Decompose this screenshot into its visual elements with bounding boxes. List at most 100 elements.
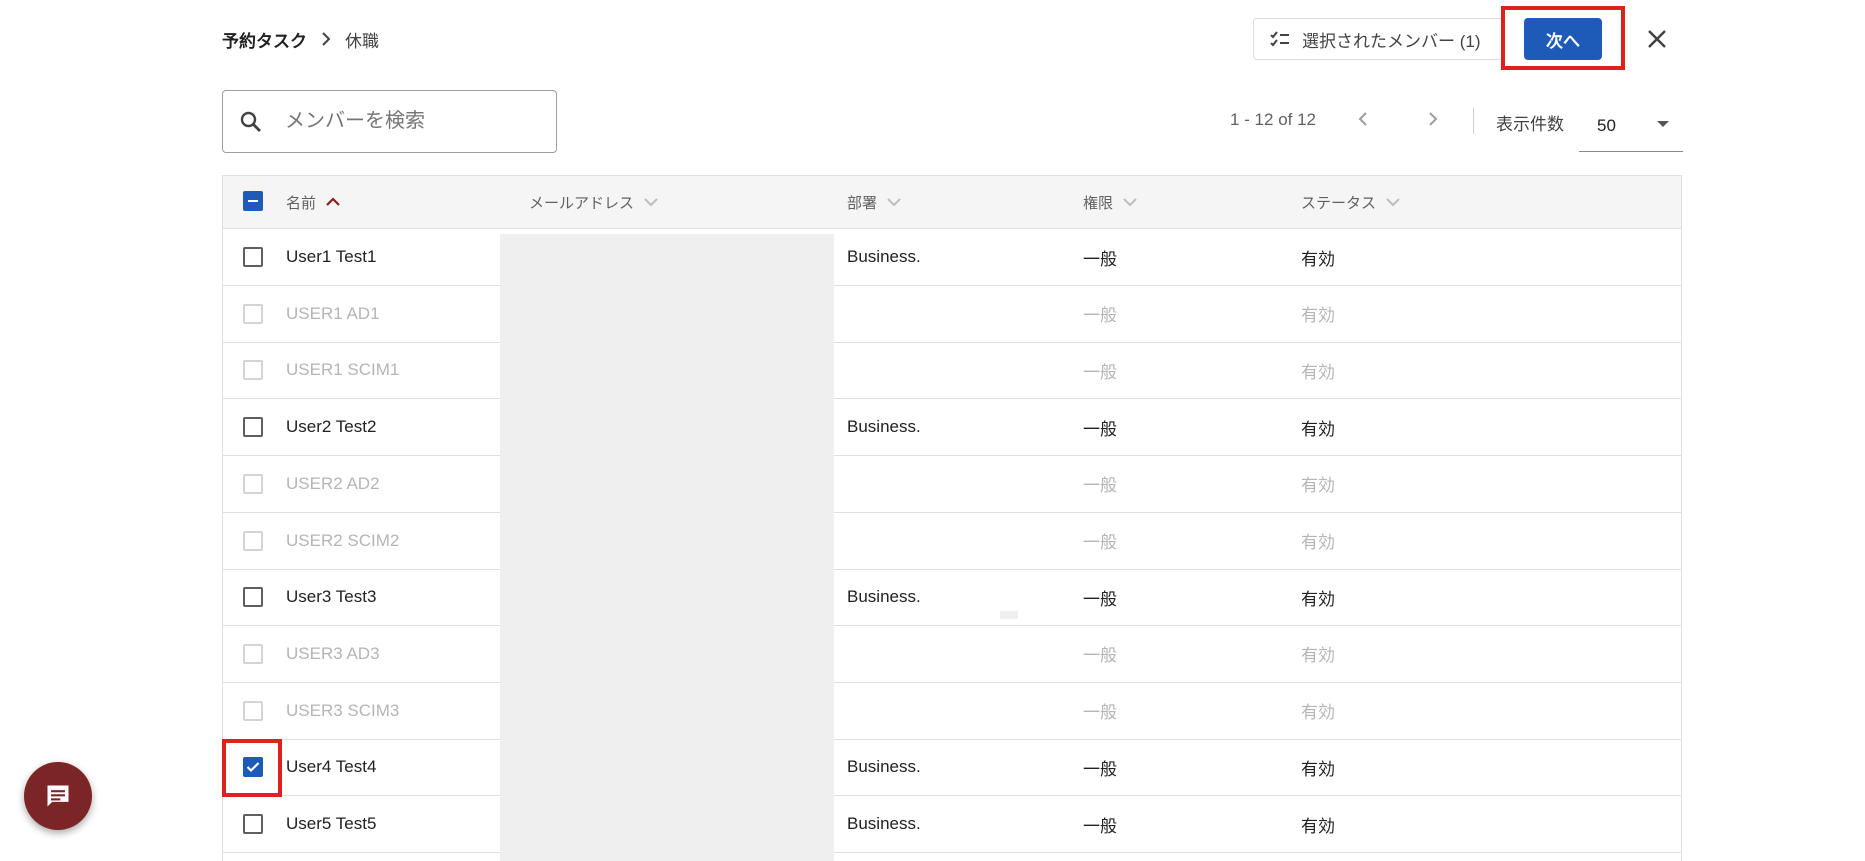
column-header-role[interactable]: 権限: [1083, 176, 1137, 228]
row-checkbox: [243, 360, 263, 381]
cell-status: 有効: [1301, 646, 1335, 666]
cell-role: 一般: [1083, 419, 1117, 439]
cell-name: User4 Test4: [286, 757, 377, 777]
pagination-range: 1 - 12 of 12: [1230, 110, 1317, 129]
cell-department: Business.: [847, 757, 921, 777]
chevron-down-icon: [644, 198, 658, 207]
table-row[interactable]: User5 Test5 Business. 一般 有効: [223, 796, 1681, 853]
cell-status: 有効: [1301, 476, 1335, 496]
chevron-down-icon: [1123, 198, 1137, 207]
cell-status: 有効: [1301, 589, 1335, 609]
cell-name: User5 Test5: [286, 814, 377, 833]
pagination-divider: [1473, 108, 1474, 134]
per-page-value: 50: [1597, 115, 1616, 135]
table-row[interactable]: User1 Test1 Business. 一般 有効: [223, 229, 1681, 286]
cell-role: 一般: [1083, 249, 1117, 269]
chevron-down-icon: [1386, 198, 1400, 207]
cell-status: 有効: [1301, 249, 1335, 269]
cell-status: 有効: [1301, 816, 1335, 836]
breadcrumb: 予約タスク 休職: [222, 24, 379, 54]
members-table: 名前 メールアドレス 部署 権限 ステータス User1 Test1 Busine…: [222, 175, 1682, 861]
cell-department: Business.: [847, 814, 921, 833]
breadcrumb-current: 休職: [345, 31, 379, 51]
cell-department: Business.: [847, 247, 921, 266]
cell-name: USER2 AD2: [286, 473, 380, 493]
cell-role: 一般: [1083, 589, 1117, 609]
row-checkbox: [243, 530, 263, 551]
search-icon: [240, 111, 261, 132]
chevron-left-icon: [1358, 112, 1367, 126]
chevron-right-icon: [322, 32, 331, 46]
row-checkbox[interactable]: [243, 814, 263, 834]
cell-role: 一般: [1083, 476, 1117, 496]
table-row[interactable]: User3 Test3 Business. 一般 有効: [223, 569, 1681, 627]
chevron-down-icon: [887, 198, 901, 207]
selected-members-label: 選択されたメンバー (1): [1302, 31, 1481, 51]
cell-status: 有効: [1301, 362, 1335, 382]
close-button[interactable]: [1640, 22, 1674, 56]
column-header-status[interactable]: ステータス: [1301, 176, 1400, 228]
cell-name: USER3 SCIM3: [286, 700, 400, 720]
row-checkbox: [243, 700, 263, 721]
column-header-email[interactable]: メールアドレス: [529, 176, 658, 228]
redacted-fragment: [1000, 611, 1018, 619]
selected-members-button[interactable]: 選択されたメンバー (1): [1253, 18, 1505, 60]
cell-name: User2 Test2: [286, 417, 377, 437]
cell-role: 一般: [1083, 703, 1117, 723]
cell-status: 有効: [1301, 533, 1335, 552]
row-checkbox: [243, 473, 263, 494]
row-checkbox[interactable]: [243, 417, 263, 438]
highlight-box-checkbox: [222, 739, 282, 797]
table-row: USER1 SCIM1 一般 有効: [223, 342, 1681, 400]
chat-icon: [47, 785, 69, 807]
cell-department: Business.: [847, 417, 921, 437]
table-row[interactable]: User4 Test4 Business. 一般 有効: [223, 739, 1681, 797]
redacted-email-column: [500, 234, 834, 861]
chat-button[interactable]: [24, 762, 92, 830]
close-icon: [1648, 30, 1666, 48]
cell-status: 有効: [1301, 306, 1335, 326]
cell-name: USER1 SCIM1: [286, 360, 400, 380]
cell-name: USER3 AD3: [286, 643, 380, 663]
cell-status: 有効: [1301, 703, 1335, 723]
row-checkbox: [243, 643, 263, 664]
checklist-icon: [1270, 31, 1289, 47]
table-row: USER2 AD2 一般 有効: [223, 456, 1681, 513]
highlight-box-next: [1501, 6, 1625, 70]
search-input[interactable]: [283, 109, 527, 134]
cell-name: USER1 AD1: [286, 303, 380, 323]
cell-role: 一般: [1083, 306, 1117, 326]
cell-department: Business.: [847, 587, 921, 607]
per-page-select[interactable]: 50: [1579, 100, 1683, 152]
row-checkbox: [243, 303, 263, 324]
dropdown-arrow-icon: [1657, 121, 1669, 127]
per-page-label: 表示件数: [1496, 115, 1564, 134]
chevron-right-icon: [1429, 112, 1438, 126]
cell-status: 有効: [1301, 759, 1335, 779]
search-field[interactable]: [222, 90, 557, 153]
table-row: USER3 SCIM3 一般 有効: [223, 683, 1681, 740]
cell-name: User3 Test3: [286, 587, 377, 607]
cell-name: User1 Test1: [286, 247, 377, 266]
table-row: USER3 AD3 一般 有効: [223, 626, 1681, 683]
row-checkbox[interactable]: [243, 587, 263, 608]
select-all-checkbox[interactable]: [243, 191, 263, 211]
row-checkbox[interactable]: [243, 247, 263, 267]
breadcrumb-parent[interactable]: 予約タスク: [222, 27, 307, 52]
cell-role: 一般: [1083, 759, 1117, 779]
cell-role: 一般: [1083, 816, 1117, 836]
next-page-button[interactable]: [1420, 106, 1446, 132]
cell-name: USER2 SCIM2: [286, 530, 400, 550]
cell-role: 一般: [1083, 533, 1117, 552]
column-header-department[interactable]: 部署: [847, 176, 901, 228]
table-header: 名前 メールアドレス 部署 権限 ステータス: [223, 176, 1681, 229]
cell-status: 有効: [1301, 419, 1335, 439]
table-row: USER1 AD1 一般 有効: [223, 286, 1681, 343]
cell-role: 一般: [1083, 362, 1117, 382]
table-row[interactable]: User2 Test2 Business. 一般 有効: [223, 399, 1681, 457]
column-header-name[interactable]: 名前: [286, 176, 340, 228]
table-row: USER2 SCIM2 一般 有効: [223, 513, 1681, 570]
cell-role: 一般: [1083, 646, 1117, 666]
previous-page-button[interactable]: [1350, 106, 1376, 132]
sort-ascending-icon: [326, 197, 340, 206]
